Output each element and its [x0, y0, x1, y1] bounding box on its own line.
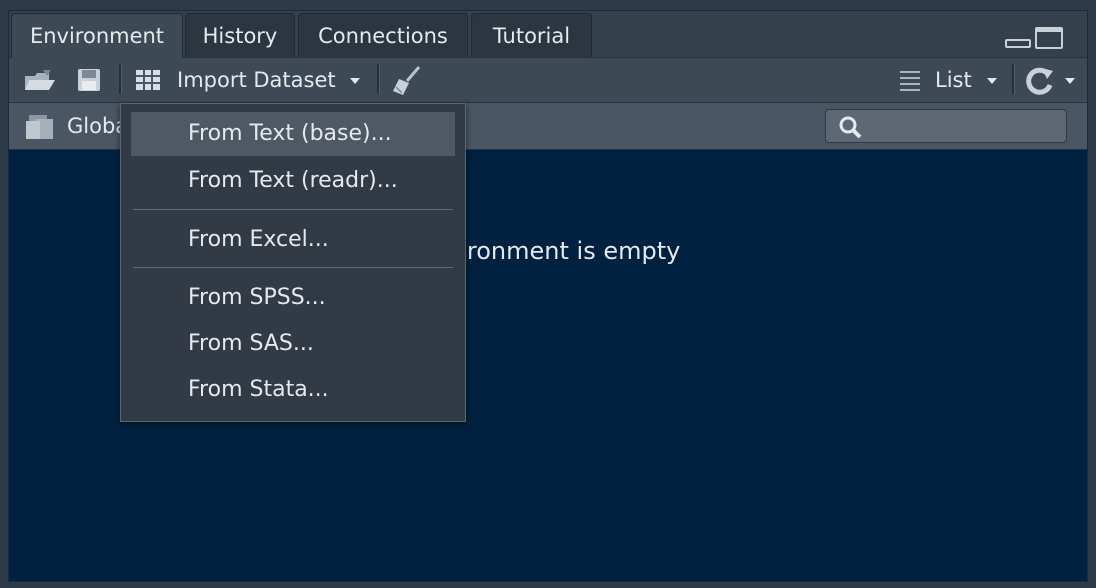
tab-bar: Environment History Connections Tutorial [9, 11, 1087, 59]
save-icon[interactable] [77, 68, 103, 92]
chevron-down-icon[interactable] [987, 78, 997, 84]
toolbar: Import Dataset List [9, 58, 1087, 103]
toolbar-separator [1012, 64, 1015, 94]
search-input[interactable] [825, 109, 1067, 143]
chevron-down-icon[interactable] [350, 78, 360, 84]
tab-tutorial[interactable]: Tutorial [471, 13, 592, 57]
minimize-pane-icon[interactable] [1005, 39, 1031, 48]
search-icon [839, 116, 862, 139]
toolbar-separator [377, 64, 380, 94]
broom-icon[interactable] [391, 65, 423, 97]
database-icon [26, 115, 53, 139]
menu-item-from-text-base[interactable]: From Text (base)... [131, 112, 455, 156]
import-dataset-menu: From Text (base)... From Text (readr)...… [120, 103, 466, 422]
menu-item-from-text-readr[interactable]: From Text (readr)... [131, 159, 455, 203]
open-folder-icon[interactable] [23, 68, 57, 92]
chevron-down-icon[interactable] [1065, 78, 1075, 84]
tab-history[interactable]: History [185, 13, 295, 57]
refresh-icon[interactable] [1025, 65, 1057, 97]
menu-item-from-stata[interactable]: From Stata... [131, 368, 455, 412]
menu-item-from-sas[interactable]: From SAS... [131, 322, 455, 366]
import-dataset-icon[interactable] [135, 69, 163, 93]
view-mode-dropdown[interactable]: List [935, 58, 972, 102]
import-dataset-button[interactable]: Import Dataset [177, 58, 336, 102]
tab-environment[interactable]: Environment [11, 13, 183, 59]
maximize-pane-icon[interactable] [1035, 27, 1063, 49]
menu-item-from-excel[interactable]: From Excel... [131, 218, 455, 262]
menu-divider [133, 267, 453, 268]
tab-connections[interactable]: Connections [298, 13, 468, 57]
menu-item-from-spss[interactable]: From SPSS... [131, 276, 455, 320]
menu-divider [133, 209, 453, 210]
list-icon [900, 71, 920, 91]
toolbar-separator [119, 64, 122, 94]
